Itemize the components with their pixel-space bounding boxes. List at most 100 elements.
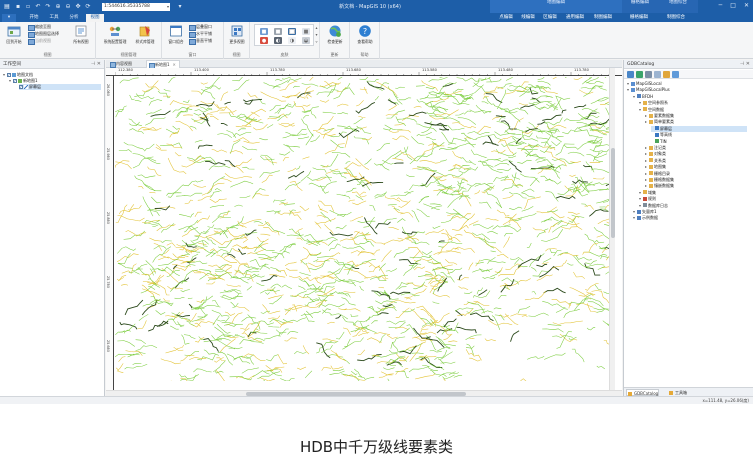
close-icon[interactable]: ✕ xyxy=(744,2,749,9)
system-config-button[interactable]: 系统配置管理 xyxy=(102,24,128,50)
table-icon[interactable] xyxy=(645,71,652,78)
pin-icon[interactable]: ⊣ ✕ xyxy=(91,60,101,69)
zoom-out-icon[interactable]: ⊖ xyxy=(64,3,72,11)
line-feature xyxy=(394,123,405,126)
skin-option-light[interactable]: ■ xyxy=(302,28,310,35)
catalog-item[interactable]: ▸ 地图集 xyxy=(645,164,666,170)
catalog-item[interactable]: 等高线 xyxy=(651,132,672,138)
line-feature xyxy=(226,284,241,287)
skin-option-silver[interactable]: ■ xyxy=(288,28,296,35)
save-icon[interactable]: ▪ xyxy=(14,3,22,11)
svg-text:?: ? xyxy=(363,27,367,36)
line-features-canvas[interactable] xyxy=(115,77,615,381)
tab-tools[interactable]: 工具 xyxy=(46,14,62,22)
catalog-item[interactable]: ▾ MapGISLocalPlus xyxy=(627,87,670,93)
tree-item-screen-layer[interactable]: 屏幕层 xyxy=(19,84,101,90)
line-feature xyxy=(135,93,155,100)
tab-region-edit[interactable]: 区编辑 xyxy=(540,14,560,22)
scale-combobox[interactable]: 1:544616.35335788 ▾ xyxy=(102,2,170,11)
style-library-button[interactable]: 样式库管理 xyxy=(132,24,158,50)
search-icon[interactable] xyxy=(663,71,670,78)
catalog-item[interactable]: ▸ 栅格目录 xyxy=(645,171,670,177)
scroll-thumb[interactable] xyxy=(611,148,615,238)
maximize-icon[interactable]: □ xyxy=(730,2,736,9)
tab-analysis[interactable]: 分析 xyxy=(66,14,82,22)
tab-start[interactable]: 开始 xyxy=(26,14,42,22)
line-feature xyxy=(501,120,517,130)
all-views-button[interactable]: 所有视图 xyxy=(70,24,92,50)
pan-icon[interactable]: ✥ xyxy=(74,3,82,11)
skin-option-blue[interactable]: ■ xyxy=(260,28,268,35)
layer-checkbox[interactable] xyxy=(13,78,17,84)
line-feature xyxy=(194,211,202,217)
catalog-item[interactable]: ▾ 空间数据 xyxy=(639,107,664,113)
tab-cartography-edit[interactable]: 制图编辑 xyxy=(590,14,616,22)
more-views-button[interactable]: 更多视图 xyxy=(226,24,248,50)
catalog-item[interactable]: ▾ 空间参照系 xyxy=(639,100,668,106)
catalog-item[interactable]: ▾ 示例数据 xyxy=(633,215,658,221)
tab-map-generalize[interactable]: 制图综合 xyxy=(662,14,690,22)
shield-icon[interactable] xyxy=(636,71,643,78)
skin-option-gray[interactable]: ■ xyxy=(274,28,282,35)
catalog-item[interactable]: ▾ 规则 xyxy=(639,196,656,202)
catalog-item[interactable]: ▾ 数据库日志 xyxy=(639,203,668,209)
catalog-item[interactable]: ▸ 关系类 xyxy=(645,158,666,164)
tile-vertical-button[interactable]: 垂直平铺 xyxy=(189,38,212,45)
zoom-in-icon[interactable]: ⊕ xyxy=(54,3,62,11)
zoom-to-map-button[interactable]: 缩放至图 xyxy=(28,24,51,31)
app-menu-icon[interactable]: ▤ xyxy=(2,3,12,11)
customize-toolbar-icon[interactable]: ▾ xyxy=(176,3,184,11)
tab-file[interactable]: ▾ xyxy=(2,14,16,22)
current-view-button[interactable]: 当前视图 xyxy=(28,38,51,45)
cascade-windows-button[interactable]: 层叠窗口 xyxy=(189,24,212,31)
map-view[interactable]: 112.380 113.400 113.780 113.680 113.580 … xyxy=(106,68,622,390)
line-feature xyxy=(436,347,451,352)
tile-horizontal-button[interactable]: 水平平铺 xyxy=(189,31,212,38)
skin-option-white[interactable]: ◑ xyxy=(288,37,296,44)
tab-content-view[interactable]: 内容视图 xyxy=(108,60,135,68)
check-update-button[interactable]: 检查更新 xyxy=(324,24,346,50)
back-to-start-button[interactable]: 回到开始 xyxy=(3,24,25,50)
open-icon[interactable]: ▫ xyxy=(24,3,32,11)
gallery-scroll[interactable]: ▴ ▾ ▿ xyxy=(314,24,319,46)
window-combine-button[interactable]: 窗口组合 xyxy=(165,24,187,50)
line-feature xyxy=(330,365,344,370)
layer-checkbox[interactable] xyxy=(19,84,23,90)
tab-general-edit[interactable]: 通用编辑 xyxy=(562,14,588,22)
line-feature xyxy=(327,321,335,325)
tab-raster-edit[interactable]: 栅格编辑 xyxy=(626,14,652,22)
catalog-item[interactable]: TIN xyxy=(651,139,667,145)
tab-new-map[interactable]: 新地图1 ✕ xyxy=(146,60,180,69)
catalog-item[interactable]: ▸ 对象类 xyxy=(645,151,666,157)
tab-point-edit[interactable]: 点编辑 xyxy=(496,14,516,22)
tab-line-edit[interactable]: 线编辑 xyxy=(518,14,538,22)
close-tab-icon[interactable]: ✕ xyxy=(173,62,176,67)
redo-icon[interactable]: ↷ xyxy=(44,3,52,11)
skin-option-dark[interactable]: ◐ xyxy=(274,37,282,44)
catalog-item[interactable]: ▾ 域集 xyxy=(639,190,656,196)
catalog-item-label: 示例数据 xyxy=(642,215,658,221)
catalog-item[interactable]: ▸ 简单要素类 xyxy=(645,119,674,125)
catalog-item[interactable]: ▸ 镶嵌数据集 xyxy=(645,183,674,189)
catalog-item[interactable]: 屏幕层 xyxy=(651,125,747,132)
tab-view[interactable]: 视图 xyxy=(86,14,104,22)
home-view-icon xyxy=(7,26,21,37)
layer-select-button[interactable]: 地图图层选择 xyxy=(28,31,59,38)
connect-icon[interactable] xyxy=(627,71,634,78)
skin-option-mid[interactable]: ◒ xyxy=(302,37,310,44)
grid-icon[interactable] xyxy=(654,71,661,78)
minimize-icon[interactable]: ─ xyxy=(719,2,723,9)
layer-checkbox[interactable] xyxy=(7,72,11,78)
tab-toolbox[interactable]: 工具箱 xyxy=(668,389,687,396)
refresh-icon[interactable] xyxy=(672,71,679,78)
view-help-button[interactable]: ? 查看帮助 xyxy=(354,24,376,50)
line-feature xyxy=(485,218,499,221)
catalog-item[interactable]: ▾ BFDH xyxy=(633,94,653,100)
tab-gdbcatalog[interactable]: GDBCatalog xyxy=(626,389,660,396)
map-vertical-scrollbar[interactable] xyxy=(609,68,615,390)
catalog-item[interactable]: ▾ MapGISLocal xyxy=(627,81,662,87)
pin-icon[interactable]: ⊣ ✕ xyxy=(740,60,750,69)
undo-icon[interactable]: ↶ xyxy=(34,3,42,11)
refresh-icon[interactable]: ⟳ xyxy=(84,3,92,11)
skin-option-red[interactable]: ● xyxy=(260,37,268,44)
